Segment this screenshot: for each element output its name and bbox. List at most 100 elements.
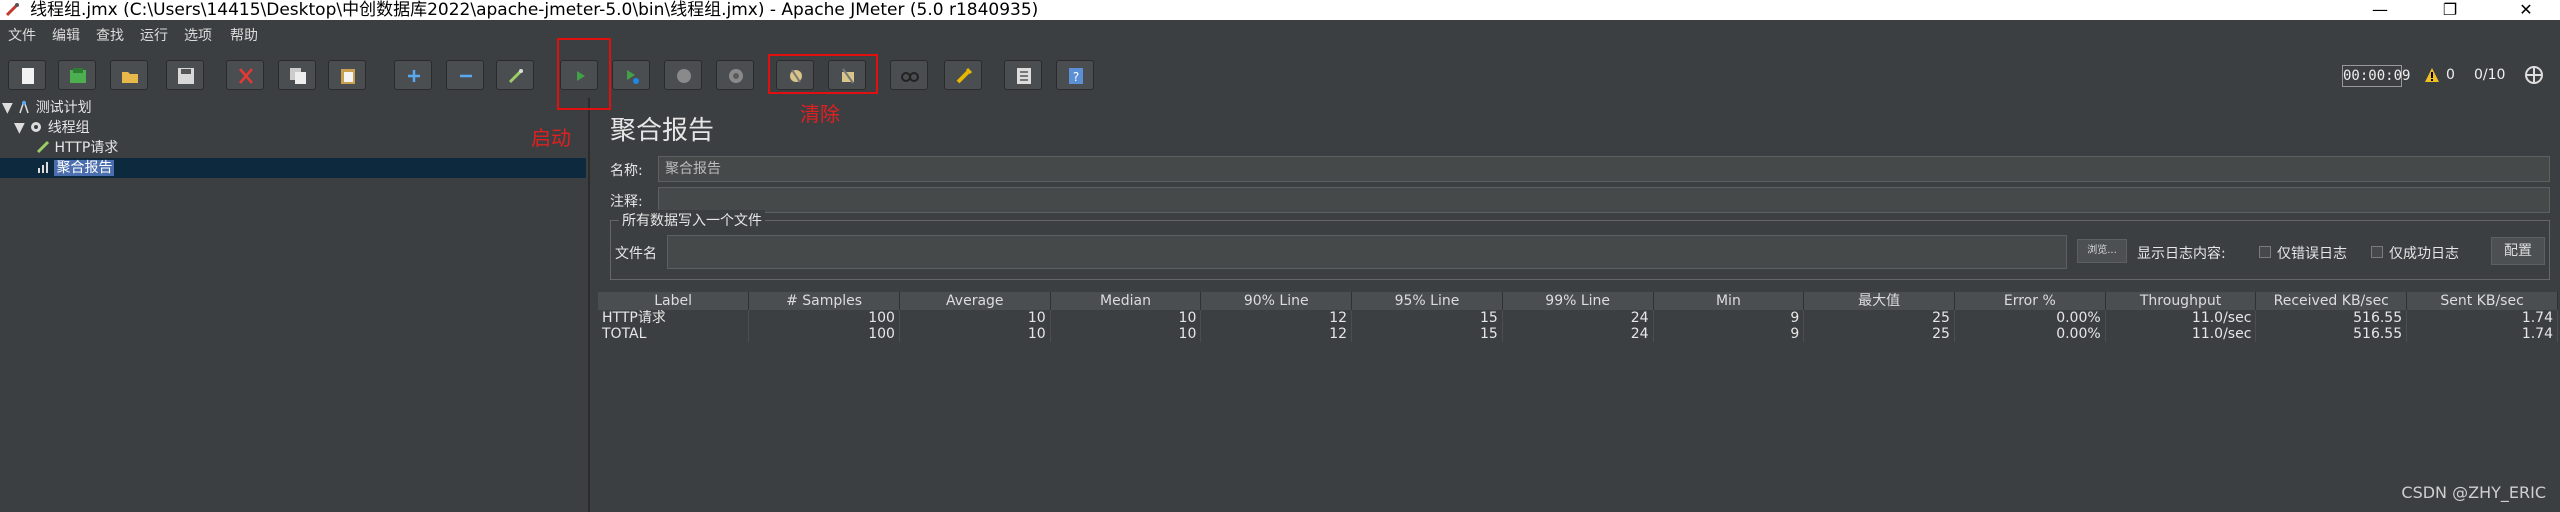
copy-button[interactable] xyxy=(278,60,316,90)
minimize-button[interactable]: — xyxy=(2350,0,2410,20)
errors-only-checkbox[interactable] xyxy=(2259,246,2271,258)
sampler-icon xyxy=(36,140,50,154)
stop-icon xyxy=(677,69,691,83)
warning-count: 0 xyxy=(2446,67,2455,83)
filename-field[interactable] xyxy=(667,235,2067,269)
function-helper-button[interactable] xyxy=(1004,60,1042,90)
cut-button[interactable] xyxy=(226,60,264,90)
close-button[interactable]: ✕ xyxy=(2496,0,2556,20)
tree-item-http-request[interactable]: HTTP请求 xyxy=(36,138,118,158)
listener-icon xyxy=(38,162,48,173)
table-header-row: Label # Samples Average Median 90% Line … xyxy=(598,292,2558,310)
col-95-line[interactable]: 95% Line xyxy=(1351,292,1503,310)
table-cell: 10 xyxy=(1050,326,1202,342)
jmeter-app-icon xyxy=(5,3,19,17)
table-cell: 100 xyxy=(748,326,900,342)
table-cell: 0.00% xyxy=(1954,326,2106,342)
paste-icon xyxy=(341,69,355,84)
table-cell: 11.0/sec xyxy=(2105,326,2257,342)
new-icon xyxy=(22,68,34,84)
name-field[interactable]: 聚合报告 xyxy=(658,156,2550,182)
expand-button[interactable] xyxy=(394,60,432,90)
shutdown-icon xyxy=(729,69,743,83)
table-cell: 1.74 xyxy=(2406,310,2558,326)
success-only-checkbox[interactable] xyxy=(2371,246,2383,258)
tree-item-aggregate-report[interactable]: 聚合报告 xyxy=(0,158,586,178)
search-button[interactable] xyxy=(890,60,928,90)
table-cell: 11.0/sec xyxy=(2105,310,2257,326)
expand-icon xyxy=(408,70,420,82)
col-median[interactable]: Median xyxy=(1050,292,1202,310)
col-average[interactable]: Average xyxy=(899,292,1051,310)
table-cell: 10 xyxy=(899,326,1051,342)
col-error[interactable]: Error % xyxy=(1954,292,2106,310)
window-title: 线程组.jmx (C:\Users\14415\Desktop\中创数据库202… xyxy=(30,0,1039,20)
watermark: CSDN @ZHY_ERIC xyxy=(2401,483,2546,502)
table-cell: 15 xyxy=(1351,326,1503,342)
start-no-pauses-icon xyxy=(627,70,639,84)
comment-field[interactable] xyxy=(658,187,2550,213)
shutdown-button[interactable] xyxy=(716,60,754,90)
table-cell: HTTP请求 xyxy=(598,310,750,326)
tree-expand-icon[interactable]: ▼ xyxy=(2,100,13,116)
configure-button[interactable]: 配置 xyxy=(2491,237,2545,265)
elapsed-timer: 00:00:09 xyxy=(2342,65,2410,87)
toggle-button[interactable] xyxy=(496,60,534,90)
maximize-button[interactable]: ❐ xyxy=(2420,0,2480,20)
table-cell: 25 xyxy=(1803,310,1955,326)
templates-icon xyxy=(70,68,86,83)
help-icon: ? xyxy=(1069,68,1083,84)
col-min[interactable]: Min xyxy=(1653,292,1805,310)
table-cell: 0.00% xyxy=(1954,310,2106,326)
col-99-line[interactable]: 99% Line xyxy=(1502,292,1654,310)
stop-button[interactable] xyxy=(664,60,702,90)
test-plan-tree: ▼ 测试计划 ▼ 线程组 HTTP请求 聚合报告 xyxy=(0,98,590,512)
menu-search[interactable]: 查找 xyxy=(96,20,124,52)
svg-text:?: ? xyxy=(1073,70,1079,84)
col-label[interactable]: Label xyxy=(598,292,750,310)
success-only-label: 仅成功日志 xyxy=(2389,246,2459,262)
col-max[interactable]: 最大值 xyxy=(1803,292,1955,310)
menu-file[interactable]: 文件 xyxy=(8,20,36,52)
aggregate-report-panel: 聚合报告 名称: 聚合报告 注释: 所有数据写入一个文件 文件名 浏览... 显… xyxy=(598,98,2560,512)
save-button[interactable] xyxy=(166,60,204,90)
table-cell: 12 xyxy=(1200,310,1353,326)
table-cell: 24 xyxy=(1502,310,1654,326)
warning-icon[interactable] xyxy=(2424,67,2440,83)
col-90-line[interactable]: 90% Line xyxy=(1200,292,1353,310)
menu-options[interactable]: 选项 xyxy=(184,20,212,52)
col-received[interactable]: Received KB/sec xyxy=(2255,292,2408,310)
table-cell: 25 xyxy=(1803,326,1955,342)
filename-label: 文件名 xyxy=(615,246,657,262)
menu-edit[interactable]: 编辑 xyxy=(52,20,80,52)
remote-globe-icon[interactable] xyxy=(2524,65,2544,85)
start-no-pauses-button[interactable] xyxy=(612,60,650,90)
menu-help[interactable]: 帮助 xyxy=(230,20,258,52)
open-button[interactable] xyxy=(110,60,148,90)
col-throughput[interactable]: Throughput xyxy=(2105,292,2257,310)
thread-group-icon xyxy=(31,122,42,132)
menu-run[interactable]: 运行 xyxy=(140,20,168,52)
window-titlebar: 线程组.jmx (C:\Users\14415\Desktop\中创数据库202… xyxy=(0,0,2560,20)
table-cell: 100 xyxy=(748,310,900,326)
table-row[interactable]: HTTP请求 100 10 10 12 15 24 9 25 0.00% 11.… xyxy=(598,310,2558,326)
tree-item-thread-group[interactable]: ▼ 线程组 xyxy=(14,118,90,138)
table-cell: 24 xyxy=(1502,326,1654,342)
browse-button[interactable]: 浏览... xyxy=(2077,239,2127,263)
new-button[interactable] xyxy=(8,60,46,90)
log-content-label: 显示日志内容: xyxy=(2137,246,2226,262)
collapse-button[interactable] xyxy=(446,60,484,90)
col-samples[interactable]: # Samples xyxy=(748,292,900,310)
templates-button[interactable] xyxy=(58,60,96,90)
menu-bar: 文件 编辑 查找 运行 选项 帮助 xyxy=(0,20,2560,52)
reset-search-button[interactable] xyxy=(944,60,982,90)
save-icon xyxy=(178,68,194,84)
table-cell: 516.55 xyxy=(2255,310,2408,326)
paste-button[interactable] xyxy=(328,60,366,90)
help-button[interactable]: ? xyxy=(1056,60,1094,90)
col-sent[interactable]: Sent KB/sec xyxy=(2406,292,2558,310)
clear-highlight-box xyxy=(768,54,878,94)
tree-item-test-plan[interactable]: ▼ 测试计划 xyxy=(2,98,92,118)
tree-expand-icon[interactable]: ▼ xyxy=(14,120,25,136)
table-row[interactable]: TOTAL 100 10 10 12 15 24 9 25 0.00% 11.0… xyxy=(598,326,2558,342)
